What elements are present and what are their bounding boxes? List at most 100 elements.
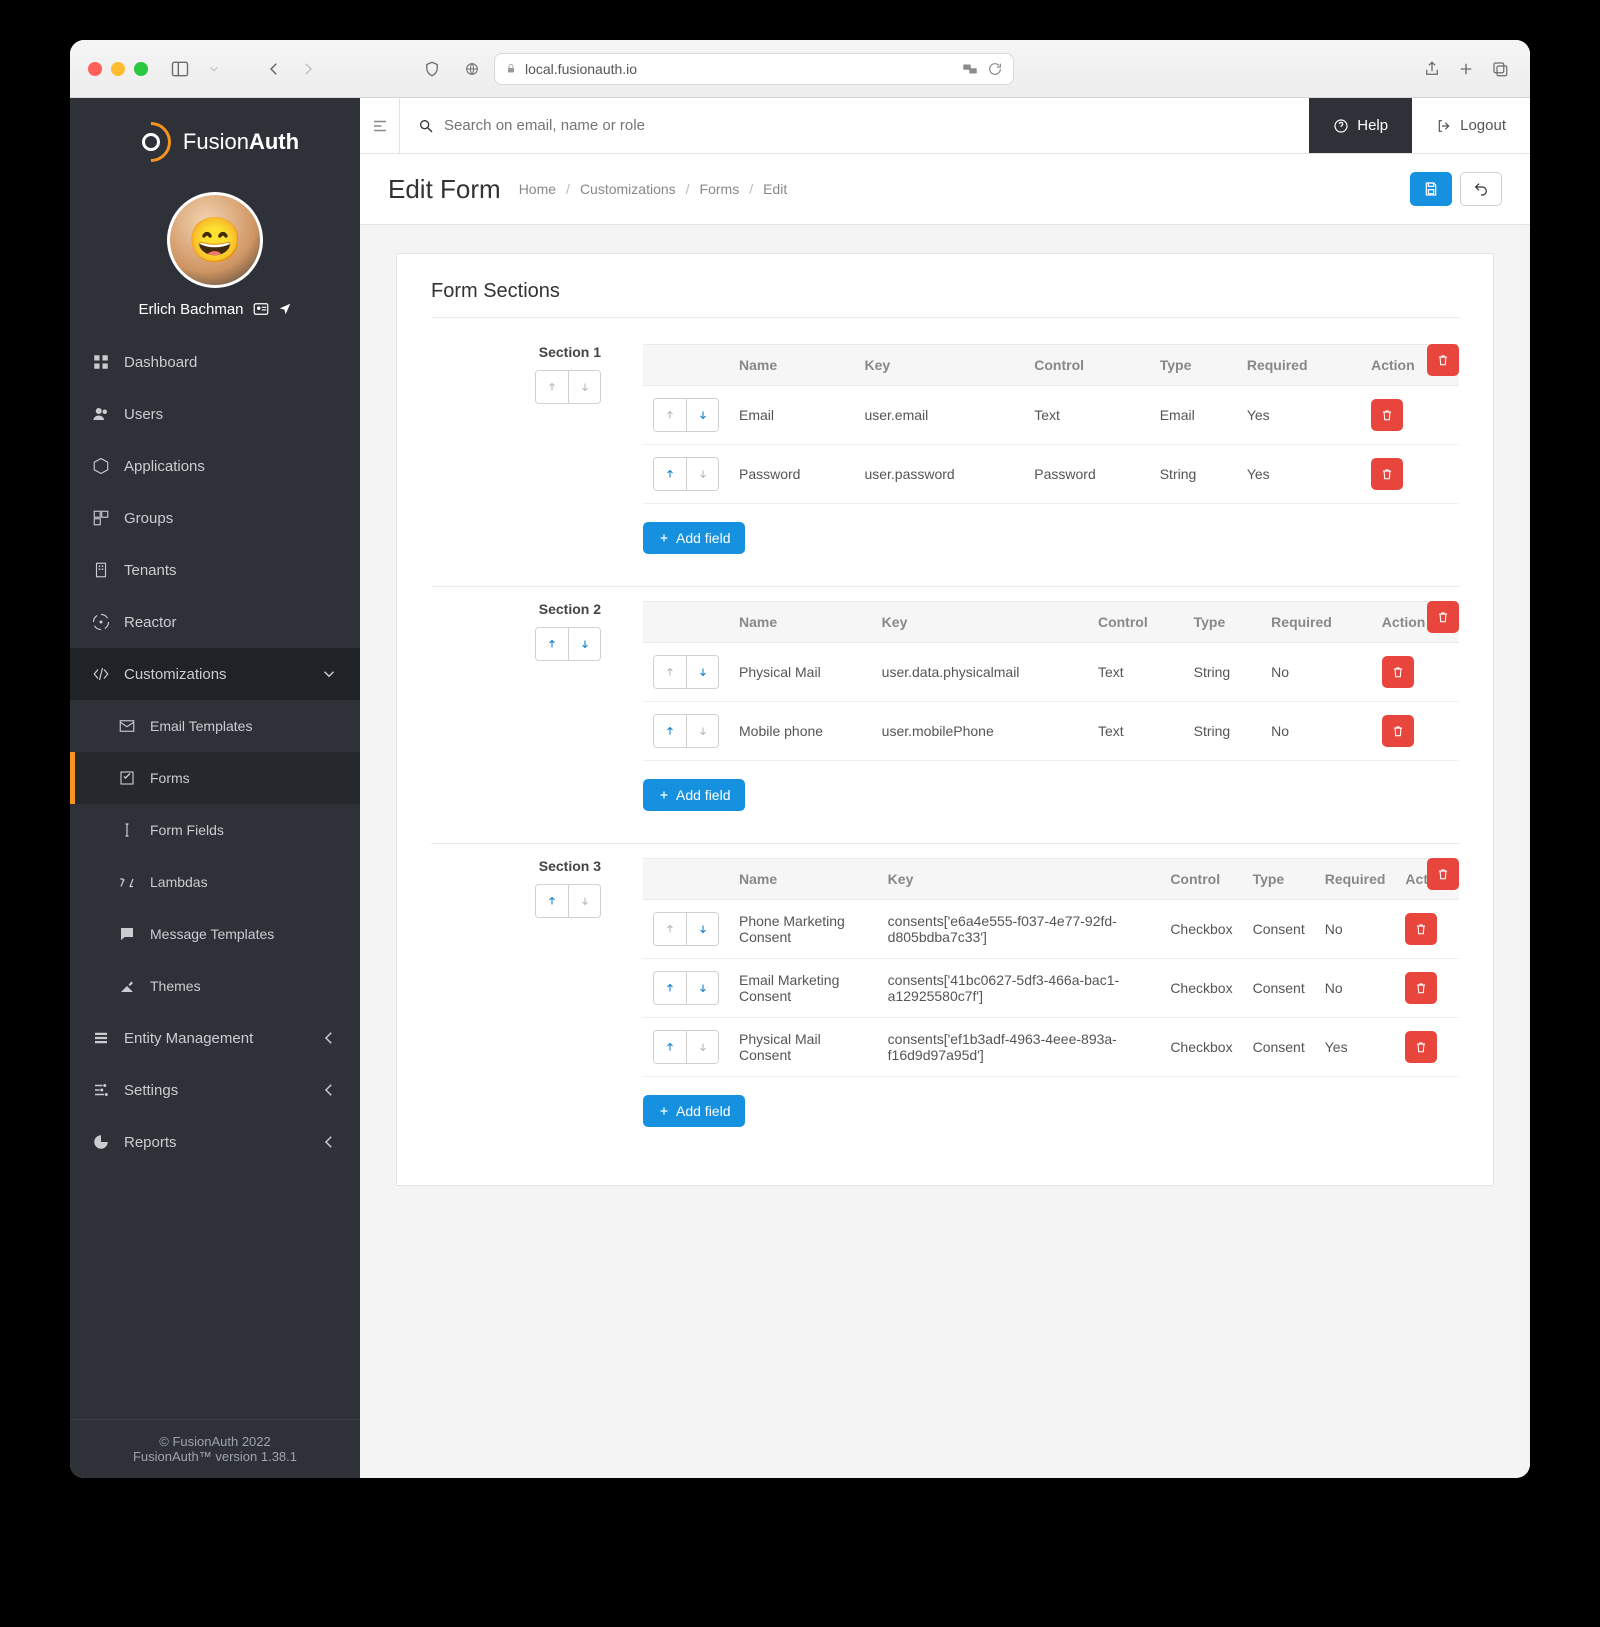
nav-settings[interactable]: Settings bbox=[70, 1064, 360, 1116]
nav-themes[interactable]: Themes bbox=[70, 960, 360, 1012]
delete-field-button[interactable] bbox=[1382, 715, 1414, 747]
nav-message-templates[interactable]: Message Templates bbox=[70, 908, 360, 960]
nav-dashboard[interactable]: Dashboard bbox=[70, 336, 360, 388]
move-up-button[interactable] bbox=[536, 885, 568, 917]
nav-applications[interactable]: Applications bbox=[70, 440, 360, 492]
move-up-button[interactable] bbox=[654, 715, 686, 747]
move-up-button[interactable] bbox=[654, 458, 686, 490]
field-key: user.email bbox=[854, 386, 1024, 445]
table-row: Password user.password Password String Y… bbox=[643, 445, 1459, 504]
delete-field-button[interactable] bbox=[1405, 1031, 1437, 1063]
form-section: Section 3 Name Key Control Type Required… bbox=[431, 843, 1459, 1159]
new-tab-icon[interactable] bbox=[1454, 57, 1478, 81]
logout-button[interactable]: Logout bbox=[1412, 117, 1530, 134]
back-button[interactable] bbox=[1460, 172, 1502, 206]
move-down-button[interactable] bbox=[686, 913, 718, 945]
move-down-button[interactable] bbox=[686, 656, 718, 688]
chevron-down-icon[interactable] bbox=[202, 57, 226, 81]
save-button[interactable] bbox=[1410, 172, 1452, 206]
move-down-button[interactable] bbox=[568, 885, 600, 917]
search-icon bbox=[418, 118, 434, 134]
move-down-button[interactable] bbox=[686, 458, 718, 490]
nav-form-fields[interactable]: Form Fields bbox=[70, 804, 360, 856]
fields-table: Name Key Control Type Required Action Ph… bbox=[643, 858, 1459, 1077]
field-control: Checkbox bbox=[1160, 959, 1242, 1018]
move-down-button[interactable] bbox=[686, 715, 718, 747]
field-required: Yes bbox=[1237, 386, 1361, 445]
help-button[interactable]: Help bbox=[1309, 98, 1412, 153]
nav-email-templates[interactable]: Email Templates bbox=[70, 700, 360, 752]
field-name: Phone Marketing Consent bbox=[729, 900, 878, 959]
field-required: Yes bbox=[1237, 445, 1361, 504]
window-zoom[interactable] bbox=[134, 62, 148, 76]
avatar[interactable]: 😄 bbox=[167, 192, 263, 288]
sidebar-footer: © FusionAuth 2022 FusionAuth™ version 1.… bbox=[70, 1419, 360, 1478]
search-input[interactable] bbox=[444, 117, 1291, 134]
tabs-icon[interactable] bbox=[1488, 57, 1512, 81]
move-down-button[interactable] bbox=[686, 399, 718, 431]
field-type: Consent bbox=[1243, 1018, 1315, 1077]
trash-icon bbox=[1391, 724, 1405, 738]
chevron-left-icon bbox=[320, 1029, 338, 1047]
delete-field-button[interactable] bbox=[1405, 972, 1437, 1004]
delete-field-button[interactable] bbox=[1371, 399, 1403, 431]
move-down-button[interactable] bbox=[568, 628, 600, 660]
nav-tenants[interactable]: Tenants bbox=[70, 544, 360, 596]
shield-icon[interactable] bbox=[420, 57, 444, 81]
nav-entity-management[interactable]: Entity Management bbox=[70, 1012, 360, 1064]
collapse-sidebar-button[interactable] bbox=[360, 98, 400, 153]
field-key: user.mobilePhone bbox=[872, 702, 1088, 761]
move-up-button[interactable] bbox=[654, 399, 686, 431]
move-up-button[interactable] bbox=[654, 913, 686, 945]
trash-icon bbox=[1436, 353, 1450, 367]
field-type: String bbox=[1150, 445, 1237, 504]
field-control: Text bbox=[1088, 643, 1184, 702]
user-name: Erlich Bachman bbox=[138, 301, 243, 318]
delete-section-button[interactable] bbox=[1427, 344, 1459, 376]
add-field-button[interactable]: Add field bbox=[643, 522, 745, 554]
topbar: Help Logout bbox=[360, 98, 1530, 154]
move-down-button[interactable] bbox=[686, 972, 718, 1004]
nav-lambdas[interactable]: Lambdas bbox=[70, 856, 360, 908]
add-field-button[interactable]: Add field bbox=[643, 779, 745, 811]
move-up-button[interactable] bbox=[654, 1031, 686, 1063]
nav-reactor[interactable]: Reactor bbox=[70, 596, 360, 648]
breadcrumb: Home/ Customizations/ Forms/ Edit bbox=[519, 181, 788, 197]
field-required: No bbox=[1261, 643, 1372, 702]
delete-field-button[interactable] bbox=[1405, 913, 1437, 945]
nav-customizations[interactable]: Customizations bbox=[70, 648, 360, 700]
url-bar[interactable]: local.fusionauth.io bbox=[494, 53, 1014, 85]
delete-field-button[interactable] bbox=[1371, 458, 1403, 490]
forward-icon[interactable] bbox=[296, 57, 320, 81]
add-field-button[interactable]: Add field bbox=[643, 1095, 745, 1127]
delete-field-button[interactable] bbox=[1382, 656, 1414, 688]
back-icon[interactable] bbox=[262, 57, 286, 81]
nav-forms[interactable]: Forms bbox=[70, 752, 360, 804]
browser-window: local.fusionauth.io FusionAuth 😄 bbox=[70, 40, 1530, 1478]
move-up-button[interactable] bbox=[536, 628, 568, 660]
move-up-button[interactable] bbox=[536, 371, 568, 403]
window-minimize[interactable] bbox=[111, 62, 125, 76]
nav-users[interactable]: Users bbox=[70, 388, 360, 440]
chevron-left-icon bbox=[320, 1081, 338, 1099]
delete-section-button[interactable] bbox=[1427, 601, 1459, 633]
delete-section-button[interactable] bbox=[1427, 858, 1459, 890]
table-row: Phone Marketing Consent consents['e6a4e5… bbox=[643, 900, 1459, 959]
move-up-button[interactable] bbox=[654, 656, 686, 688]
fields-table: Name Key Control Type Required Action Ph… bbox=[643, 601, 1459, 761]
move-up-button[interactable] bbox=[654, 972, 686, 1004]
sidebar-toggle-icon[interactable] bbox=[168, 57, 192, 81]
chevron-down-icon bbox=[320, 665, 338, 683]
user-name-row[interactable]: Erlich Bachman bbox=[138, 300, 291, 318]
undo-icon bbox=[1473, 181, 1489, 197]
card-heading: Form Sections bbox=[431, 280, 1459, 318]
save-icon bbox=[1423, 181, 1439, 197]
brand-icon bbox=[123, 114, 180, 171]
nav-reports[interactable]: Reports bbox=[70, 1116, 360, 1168]
window-close[interactable] bbox=[88, 62, 102, 76]
move-down-button[interactable] bbox=[568, 371, 600, 403]
share-icon[interactable] bbox=[1420, 57, 1444, 81]
move-down-button[interactable] bbox=[686, 1031, 718, 1063]
nav-groups[interactable]: Groups bbox=[70, 492, 360, 544]
id-card-icon bbox=[252, 300, 270, 318]
